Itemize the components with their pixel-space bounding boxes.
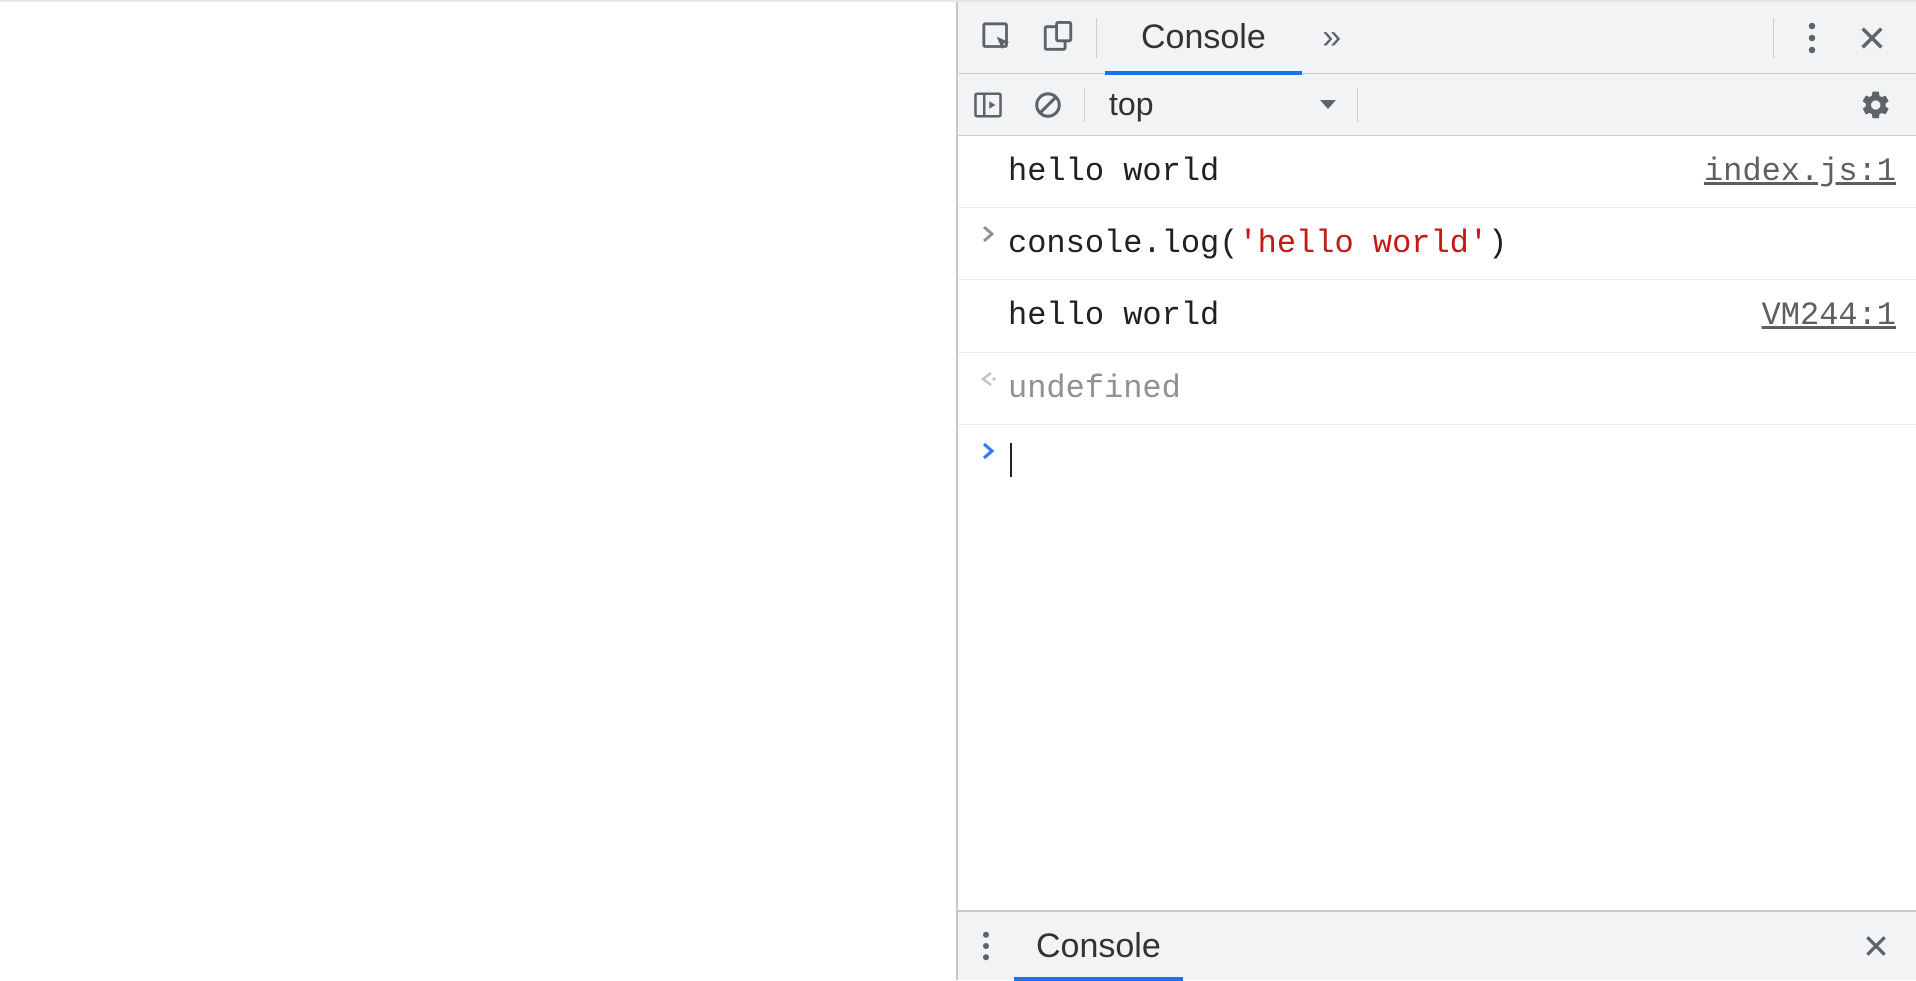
console-body: hello world index.js:1 console.log('hell… (958, 136, 1916, 910)
console-log-row: hello world VM244:1 (958, 280, 1916, 352)
prompt-input-wrapper[interactable] (1008, 435, 1896, 486)
drawer-tab-console[interactable]: Console (1014, 911, 1183, 981)
log-message: hello world (1008, 290, 1742, 341)
console-log-row: hello world index.js:1 (958, 136, 1916, 208)
separator (1773, 18, 1774, 58)
input-code: console.log('hello world') (1008, 218, 1896, 269)
console-input-row: console.log('hello world') (958, 208, 1916, 280)
devtools-drawer: Console (958, 910, 1916, 980)
tab-console[interactable]: Console (1105, 2, 1302, 74)
devtools-tabstrip: Console » (958, 2, 1916, 74)
result-value: undefined (1008, 363, 1896, 414)
settings-icon[interactable] (1846, 74, 1906, 136)
separator (1357, 88, 1358, 122)
input-chevron-icon (968, 218, 1008, 244)
context-selector-label: top (1109, 86, 1153, 123)
close-icon[interactable] (1842, 2, 1902, 74)
chevron-down-icon (1319, 99, 1337, 111)
clear-console-icon[interactable] (1018, 74, 1078, 136)
source-link[interactable]: VM244:1 (1762, 290, 1896, 341)
devtools-panel: Console » (956, 2, 1916, 980)
inspect-element-icon[interactable] (968, 2, 1028, 74)
context-selector[interactable]: top (1091, 83, 1351, 127)
console-toolbar: top (958, 74, 1916, 136)
page-content-pane (0, 2, 956, 980)
text-cursor (1010, 443, 1012, 477)
source-link[interactable]: index.js:1 (1704, 146, 1896, 197)
kebab-menu-icon[interactable] (1782, 2, 1842, 74)
drawer-kebab-menu-icon[interactable] (958, 911, 1014, 981)
drawer-close-icon[interactable] (1848, 911, 1904, 981)
row-gutter (968, 146, 1008, 152)
prompt-chevron-icon (968, 435, 1008, 461)
log-message: hello world (1008, 146, 1684, 197)
separator (1096, 18, 1097, 58)
drawer-tab-console-label: Console (1036, 927, 1161, 966)
row-gutter (968, 290, 1008, 296)
separator (1084, 88, 1085, 122)
tab-console-label: Console (1141, 18, 1266, 57)
device-toggle-icon[interactable] (1028, 2, 1088, 74)
result-arrow-icon (968, 363, 1008, 389)
console-prompt-row[interactable] (958, 425, 1916, 496)
toggle-sidebar-icon[interactable] (958, 74, 1018, 136)
console-result-row: undefined (958, 353, 1916, 425)
more-tabs-icon[interactable]: » (1302, 2, 1362, 74)
